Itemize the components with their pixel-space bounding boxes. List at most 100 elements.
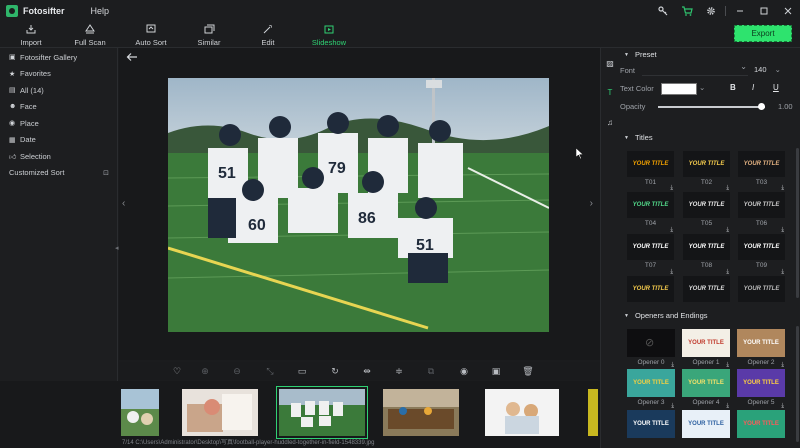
- font-select[interactable]: [642, 62, 748, 76]
- opener-preset[interactable]: YOUR TITLE Opener 4 ⤓: [682, 362, 730, 406]
- text-tab-icon[interactable]: T: [605, 88, 615, 98]
- sidebar-item-all[interactable]: ▤ All (14): [0, 82, 117, 99]
- sidebar-item-face[interactable]: ☻ Face: [0, 99, 117, 116]
- similar-button[interactable]: Similar: [192, 22, 226, 48]
- minimize-icon[interactable]: [728, 0, 752, 22]
- opener-preset[interactable]: YOUR TITLE Opener 5 ⤓: [737, 362, 785, 406]
- title-preset[interactable]: YOUR TITLE T02: [683, 151, 730, 188]
- download-icon[interactable]: ⤓: [671, 362, 674, 369]
- music-tab-icon[interactable]: ♫: [605, 118, 615, 128]
- next-photo-icon[interactable]: ›: [590, 198, 593, 209]
- eye-icon[interactable]: ◉: [457, 365, 471, 377]
- download-icon[interactable]: ⤓: [726, 362, 729, 369]
- rotate-icon[interactable]: ↻: [328, 365, 342, 377]
- download-icon[interactable]: ⤓: [670, 269, 673, 276]
- title-preset[interactable]: YOUR TITLE T09 ⤓: [738, 227, 785, 271]
- title-preset[interactable]: YOUR TITLE T01: [627, 151, 674, 188]
- title-preset[interactable]: YOUR TITLE T04 ⤓: [627, 185, 674, 229]
- title-preset[interactable]: YOUR TITLE T08 ⤓: [683, 227, 730, 271]
- auto-sort-label: Auto Sort: [135, 37, 167, 47]
- title-preset[interactable]: YOUR TITLE T07 ⤓: [627, 227, 674, 271]
- preset-section-header[interactable]: ▼ Preset: [618, 48, 800, 61]
- openers-section-header[interactable]: ▼ Openers and Endings: [618, 309, 800, 322]
- opener-preset[interactable]: ⊘ Opener 0: [627, 329, 675, 366]
- title-preset[interactable]: YOUR TITLE T03: [738, 151, 785, 188]
- opener-preset[interactable]: YOUR TITLE ⤓: [627, 403, 675, 447]
- edit-button[interactable]: Edit: [253, 22, 283, 48]
- flip-horizontal-icon[interactable]: ⇹: [360, 365, 374, 377]
- gear-icon[interactable]: [699, 0, 723, 22]
- opener-preset[interactable]: YOUR TITLE Opener 2: [737, 329, 785, 366]
- back-arrow-icon[interactable]: [126, 51, 138, 65]
- title-preset[interactable]: YOUR TITLE T05 ⤓: [683, 185, 730, 229]
- download-icon[interactable]: ⤓: [726, 269, 729, 276]
- font-size-select[interactable]: 140 ⌄: [754, 65, 784, 76]
- title-preset[interactable]: YOUR TITLE ⤓: [683, 269, 730, 313]
- download-icon[interactable]: ⤓: [671, 403, 674, 410]
- sidebar-item-gallery[interactable]: ▣ Fotosifter Gallery: [0, 49, 117, 66]
- zoom-in-icon[interactable]: ⊕: [198, 365, 212, 377]
- title-preset[interactable]: YOUR TITLE ⤓: [738, 269, 785, 313]
- zoom-out-icon[interactable]: ⊖: [230, 365, 244, 377]
- title-preset[interactable]: YOUR TITLE T06 ⤓: [738, 185, 785, 229]
- close-icon[interactable]: [776, 0, 800, 22]
- menu-help[interactable]: Help: [91, 6, 110, 16]
- opener-preset[interactable]: YOUR TITLE Opener 1: [682, 329, 730, 366]
- bookmark-icon[interactable]: ⊡: [103, 169, 109, 177]
- sidebar-item-date[interactable]: ▦ Date: [0, 132, 117, 149]
- thumbnail-3-selected[interactable]: [276, 386, 368, 439]
- key-icon[interactable]: [651, 0, 675, 22]
- caret-down-icon: ▼: [624, 51, 629, 58]
- download-icon[interactable]: ⤓: [781, 362, 784, 369]
- download-icon[interactable]: ⤓: [726, 403, 729, 410]
- flip-vertical-icon[interactable]: ≑: [392, 365, 406, 377]
- export-button[interactable]: Export: [734, 25, 792, 42]
- italic-button[interactable]: I: [752, 83, 754, 92]
- download-icon[interactable]: ⤓: [670, 185, 673, 192]
- download-icon[interactable]: ⤓: [670, 227, 673, 234]
- sidebar-item-favorites[interactable]: ★ Favorites: [0, 66, 117, 83]
- thumbnail-6-partial[interactable]: [588, 389, 598, 436]
- opener-preset[interactable]: YOUR TITLE ⤓: [737, 403, 785, 447]
- thumbnail-4[interactable]: [383, 389, 459, 436]
- copy-icon[interactable]: ⧉: [424, 365, 438, 377]
- heart-icon[interactable]: ♡: [170, 365, 184, 377]
- fit-icon[interactable]: ⤡: [263, 365, 277, 377]
- sidebar-item-selection[interactable]: 👍︎ Selection: [0, 148, 117, 165]
- previous-photo-icon[interactable]: ‹: [122, 198, 125, 209]
- download-icon[interactable]: ⤓: [781, 269, 784, 276]
- full-scan-button[interactable]: Full Scan: [70, 22, 110, 48]
- slideshow-play-icon[interactable]: ▣: [489, 365, 503, 377]
- crop-icon[interactable]: ▭: [295, 365, 309, 377]
- download-icon[interactable]: ⤓: [726, 185, 729, 192]
- download-icon[interactable]: ⤓: [781, 227, 784, 234]
- download-icon[interactable]: ⤓: [726, 227, 729, 234]
- openers-scrollbar[interactable]: [796, 326, 799, 442]
- sidebar-item-customized-sort[interactable]: Customized Sort ⊡: [0, 165, 117, 182]
- opacity-slider-handle[interactable]: [757, 103, 765, 110]
- auto-sort-button[interactable]: Auto Sort: [132, 22, 170, 48]
- slideshow-button[interactable]: Slideshow: [308, 22, 350, 48]
- download-icon[interactable]: ⤓: [781, 185, 784, 192]
- trash-icon[interactable]: 🗑︎: [521, 365, 535, 377]
- maximize-icon[interactable]: [752, 0, 776, 22]
- color-chevron-icon[interactable]: ⌄: [699, 83, 705, 92]
- text-color-swatch[interactable]: [661, 83, 697, 95]
- thumbnail-1[interactable]: [121, 389, 159, 436]
- opener-preset[interactable]: YOUR TITLE ⤓: [682, 403, 730, 447]
- thumbnail-2[interactable]: [182, 389, 258, 436]
- titles-scrollbar[interactable]: [796, 148, 799, 298]
- opacity-slider-track[interactable]: [658, 106, 765, 108]
- opener-preset[interactable]: YOUR TITLE Opener 3 ⤓: [627, 362, 675, 406]
- underline-button[interactable]: U: [773, 83, 779, 92]
- opener-preset-label: Opener 5: [747, 399, 775, 406]
- title-preset[interactable]: YOUR TITLE ⤓: [627, 269, 674, 313]
- import-button[interactable]: Import: [14, 22, 48, 48]
- bold-button[interactable]: B: [730, 83, 736, 92]
- sidebar-item-place[interactable]: ◉ Place: [0, 115, 117, 132]
- download-icon[interactable]: ⤓: [781, 403, 784, 410]
- thumbnail-5[interactable]: [485, 389, 559, 436]
- image-tab-icon[interactable]: ▨: [605, 59, 615, 69]
- cart-icon[interactable]: [675, 0, 699, 22]
- titles-section-header[interactable]: ▼ Titles: [618, 131, 800, 144]
